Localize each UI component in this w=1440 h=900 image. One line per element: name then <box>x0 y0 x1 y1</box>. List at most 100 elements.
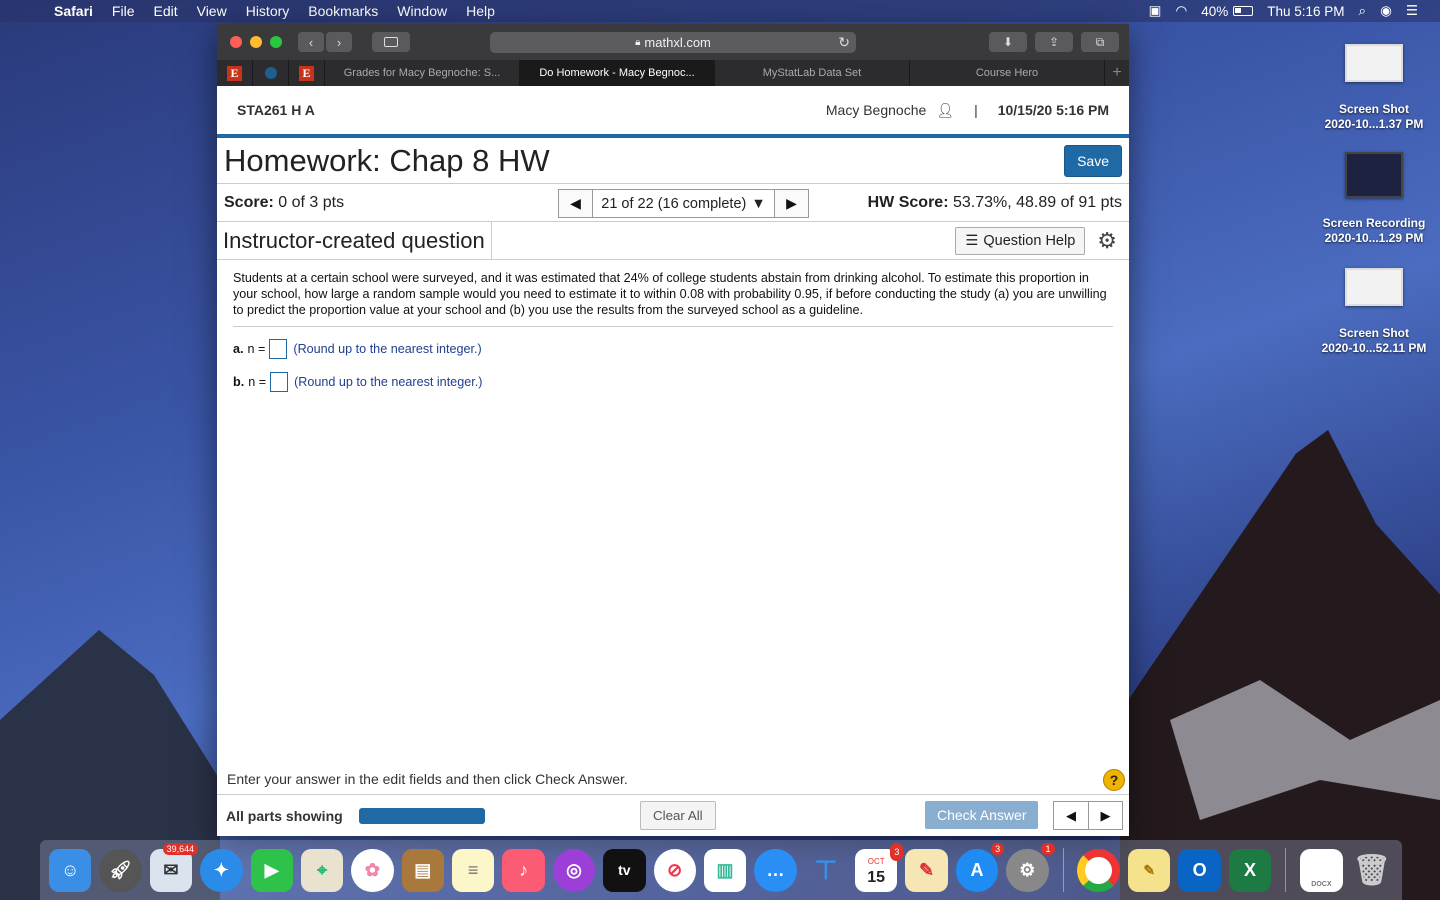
check-answer-button[interactable]: Check Answer <box>925 801 1039 829</box>
mail-badge: 39,644 <box>162 842 199 855</box>
share-button[interactable]: ⇪ <box>1035 32 1073 52</box>
docx-file-icon[interactable]: DOCX <box>1300 848 1343 892</box>
gear-icon[interactable]: ⚙ <box>1097 228 1117 254</box>
keynote-icon[interactable]: ⊤ <box>805 849 847 892</box>
previous-part-button[interactable]: ◀ <box>1054 802 1088 829</box>
list-icon: ☰ <box>965 232 979 249</box>
next-question-button[interactable]: ▶ <box>774 189 809 218</box>
system-preferences-icon[interactable]: ⚙ 1 <box>1006 842 1055 892</box>
notification-center-icon[interactable]: ☰ <box>1406 3 1418 19</box>
previous-question-button[interactable]: ◀ <box>558 189 593 218</box>
calendar-badge: 3 <box>890 842 904 861</box>
back-button[interactable]: ‹ <box>298 32 324 52</box>
fullscreen-window-button[interactable] <box>270 36 282 48</box>
menu-edit[interactable]: Edit <box>153 3 177 19</box>
tab-do-homework[interactable]: Do Homework - Macy Begnoc... <box>520 60 715 86</box>
minimize-window-button[interactable] <box>250 36 262 48</box>
siri-icon[interactable]: ◉ <box>1380 3 1392 19</box>
facetime-icon[interactable]: ▶ <box>250 848 293 892</box>
score-label: Score: <box>224 193 274 211</box>
score-value: 0 of 3 pts <box>273 193 345 211</box>
pinned-tab-1[interactable]: E <box>217 60 253 86</box>
answer-input-b[interactable] <box>270 371 289 392</box>
downloads-button[interactable]: ⬇ <box>989 32 1027 52</box>
close-window-button[interactable] <box>230 36 242 48</box>
messages-icon[interactable]: … <box>754 848 797 892</box>
desktop-file-screenshot-2[interactable]: Screen Shot 2020-10...52.11 PM <box>1316 268 1432 356</box>
answer-part-label: a. <box>233 341 244 356</box>
question-selector[interactable]: 21 of 22 (16 complete) ▼ <box>593 189 774 218</box>
podcasts-icon[interactable]: ◎ <box>552 848 596 892</box>
news-icon[interactable]: ⊘ <box>653 848 696 892</box>
launchpad-icon[interactable]: 🚀︎ <box>99 848 142 892</box>
score: Score: 0 of 3 pts <box>224 194 344 212</box>
battery-status[interactable]: 40% <box>1201 3 1254 19</box>
answer-input-a[interactable] <box>269 338 288 359</box>
question-help-label: Question Help <box>983 232 1076 249</box>
pinned-e-icon: E <box>227 65 242 81</box>
question-selector-label: 21 of 22 (16 complete) <box>601 195 747 212</box>
forward-button[interactable]: › <box>326 32 352 52</box>
finder-icon[interactable]: ☺ <box>49 848 92 892</box>
answer-row-b: b. n = (Round up to the nearest integer.… <box>233 370 1113 393</box>
question-help-button[interactable]: ☰ Question Help <box>955 226 1086 255</box>
clock[interactable]: Thu 5:16 PM <box>1267 4 1344 19</box>
sidebar-toggle-button[interactable] <box>372 32 410 52</box>
tab-course-hero[interactable]: Course Hero <box>910 60 1105 86</box>
music-icon[interactable]: ♪ <box>502 848 545 892</box>
notes-icon[interactable]: ≡ <box>452 848 495 892</box>
safari-icon[interactable]: ✦ <box>200 848 243 892</box>
maps-icon[interactable]: ⌖ <box>300 848 344 892</box>
calendar-icon[interactable]: OCT 15 3 <box>855 842 904 892</box>
pinned-tab-2[interactable] <box>253 60 289 86</box>
excel-icon[interactable]: X <box>1228 848 1272 892</box>
pages-icon[interactable]: ✎ <box>905 848 948 892</box>
reload-icon[interactable]: ↻ <box>838 34 850 51</box>
save-button[interactable]: Save <box>1064 144 1122 177</box>
system-preferences-badge: 1 <box>1041 842 1055 855</box>
numbers-icon[interactable]: ▥ <box>703 848 747 892</box>
tab-grades[interactable]: Grades for Macy Begnoche: S... <box>325 60 520 86</box>
clear-all-button[interactable]: Clear All <box>640 801 716 830</box>
help-icon[interactable]: ? <box>1103 769 1125 791</box>
mail-icon[interactable]: ✉ 39,644 <box>149 842 199 892</box>
apple-tv-icon[interactable]: tv <box>603 848 646 892</box>
instruction-message: Enter your answer in the edit fields and… <box>227 771 628 787</box>
desktop-file-screen-recording[interactable]: Screen Recording 2020-10...1.29 PM <box>1316 152 1432 246</box>
pinned-site-icon <box>264 67 277 79</box>
trash-icon[interactable]: 🗑︎ <box>1351 849 1393 892</box>
tab-overview-button[interactable]: ⧉ <box>1081 32 1119 52</box>
desktop-file-name: Screen Recording <box>1322 216 1426 230</box>
wifi-icon[interactable]: ◠ <box>1175 3 1187 19</box>
next-part-button[interactable]: ▶ <box>1088 802 1122 829</box>
part-navigator: ◀ ▶ <box>1053 801 1123 830</box>
answer-prefix: n = <box>247 341 266 356</box>
chrome-icon[interactable] <box>1077 848 1121 892</box>
sidebar-icon <box>384 37 398 47</box>
stickies-icon[interactable]: ✎ <box>1128 848 1171 892</box>
url-text: mathxl.com <box>644 35 711 50</box>
address-bar[interactable]: 🔒︎ mathxl.com ↻ <box>490 32 856 53</box>
battery-percent: 40% <box>1201 3 1229 19</box>
menu-file[interactable]: File <box>112 3 135 19</box>
menu-history[interactable]: History <box>246 3 290 19</box>
outlook-icon[interactable]: O <box>1178 848 1221 892</box>
user-name[interactable]: Macy Begnoche <box>826 102 926 118</box>
spotlight-search-icon[interactable]: ⌕ <box>1359 3 1367 19</box>
contacts-icon[interactable]: ▤ <box>401 848 444 892</box>
tab-mystatlab[interactable]: MyStatLab Data Set <box>715 60 910 86</box>
menu-app-safari[interactable]: Safari <box>54 3 93 19</box>
desktop-file-screenshot-1[interactable]: Screen Shot 2020-10...1.37 PM <box>1316 44 1432 132</box>
menu-view[interactable]: View <box>197 3 227 19</box>
app-store-icon[interactable]: A3 <box>955 842 1005 892</box>
homework-titlebar: Homework: Chap 8 HW Save <box>217 138 1129 184</box>
menu-window[interactable]: Window <box>397 3 447 19</box>
pinned-tab-3[interactable]: E <box>289 60 325 86</box>
menu-help[interactable]: Help <box>466 3 495 19</box>
outlook-label: O <box>1192 859 1207 880</box>
menu-bookmarks[interactable]: Bookmarks <box>308 3 378 19</box>
screen-record-icon[interactable]: ▣ <box>1149 3 1162 19</box>
photos-icon[interactable]: ✿ <box>351 848 394 892</box>
new-tab-button[interactable]: + <box>1105 60 1129 86</box>
header-separator: | <box>974 102 978 118</box>
